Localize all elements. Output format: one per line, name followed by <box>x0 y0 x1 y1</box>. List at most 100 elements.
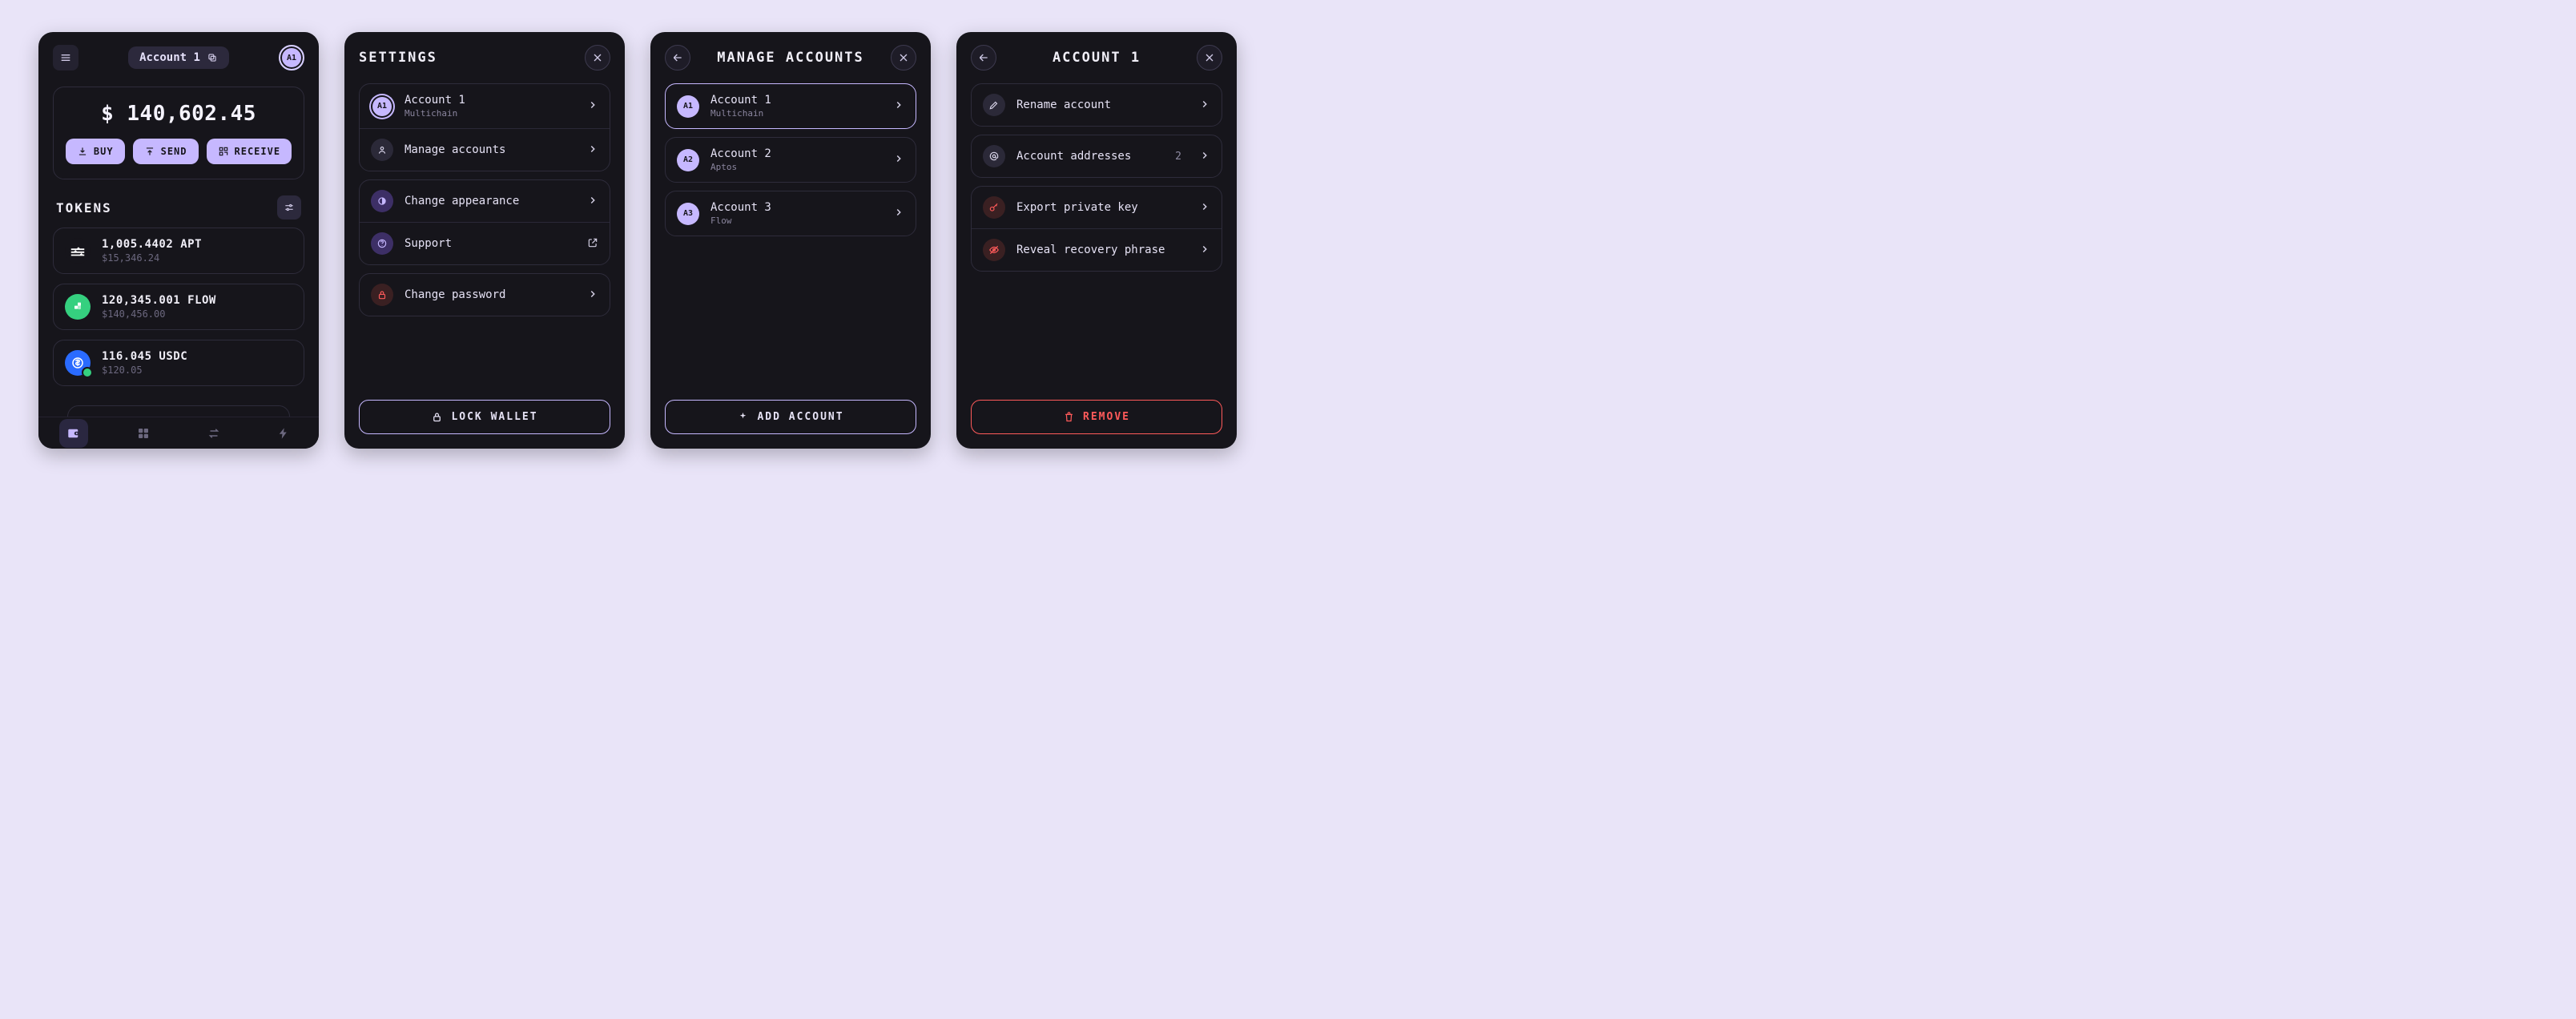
token-amount: 116.045 USDC <box>102 350 187 363</box>
tab-bar <box>38 417 319 449</box>
theme-icon <box>371 190 393 212</box>
upload-icon <box>144 146 155 157</box>
close-button[interactable] <box>585 45 610 70</box>
token-list: 1,005.4402 APT $15,346.24 120,345.001 FL… <box>38 228 319 417</box>
account-detail-panel: ACCOUNT 1 Rename account Account address… <box>956 32 1237 449</box>
send-button[interactable]: SEND <box>133 139 199 164</box>
filter-button[interactable] <box>277 195 301 220</box>
token-fiat: $120.05 <box>102 365 187 376</box>
arrow-left-icon <box>977 51 990 64</box>
tab-swap[interactable] <box>199 419 228 448</box>
account-name: Account 1 <box>710 94 882 107</box>
account-name: Account 1 <box>405 94 576 107</box>
chevron-right-icon <box>587 194 598 209</box>
account-row[interactable]: A3 Account 3 Flow <box>666 191 916 236</box>
token-row[interactable]: 1,005.4402 APT $15,346.24 <box>53 228 304 274</box>
add-account-button[interactable]: ADD ACCOUNT <box>665 400 916 434</box>
addresses-label: Account addresses <box>1016 150 1164 163</box>
appearance-row[interactable]: Change appearance <box>360 180 610 222</box>
settings-account-row[interactable]: A1 Account 1 Multichain <box>360 84 610 128</box>
back-button[interactable] <box>971 45 996 70</box>
sparkle-icon <box>737 411 749 423</box>
pencil-icon <box>983 94 1005 116</box>
account-name: Account 3 <box>710 201 882 214</box>
support-row[interactable]: Support <box>360 222 610 264</box>
account-avatar: A2 <box>677 149 699 171</box>
token-row[interactable]: 116.045 USDC $120.05 <box>53 340 304 386</box>
sliders-icon <box>284 202 295 213</box>
lock-icon <box>431 411 443 423</box>
close-icon <box>1203 51 1216 64</box>
reveal-phrase-row[interactable]: Reveal recovery phrase <box>972 228 1222 271</box>
close-icon <box>591 51 604 64</box>
rename-row[interactable]: Rename account <box>972 84 1222 126</box>
aptos-icon <box>65 238 91 264</box>
chevron-right-icon <box>587 99 598 114</box>
change-password-row[interactable]: Change password <box>360 274 610 316</box>
close-button[interactable] <box>891 45 916 70</box>
tab-apps[interactable] <box>129 419 158 448</box>
receive-button[interactable]: RECEIVE <box>207 139 292 164</box>
token-fiat: $15,346.24 <box>102 252 202 264</box>
flow-icon <box>65 294 91 320</box>
chevron-right-icon <box>1199 200 1210 215</box>
buy-button[interactable]: BUY <box>66 139 125 164</box>
balance-value: $ 140,602.45 <box>65 102 292 126</box>
account-row[interactable]: A2 Account 2 Aptos <box>666 138 916 182</box>
account-sub: Aptos <box>710 162 882 172</box>
reveal-phrase-label: Reveal recovery phrase <box>1016 244 1188 256</box>
account-chip-label: Account 1 <box>139 51 200 64</box>
usdc-icon <box>65 350 91 376</box>
account-selector[interactable]: Account 1 <box>128 46 229 69</box>
menu-icon <box>59 51 72 64</box>
chevron-right-icon <box>893 99 904 114</box>
token-row[interactable]: 120,345.001 FLOW $140,456.00 <box>53 284 304 330</box>
wallet-icon <box>66 426 81 441</box>
addresses-count: 2 <box>1175 151 1181 163</box>
eye-off-icon <box>983 239 1005 261</box>
external-link-icon <box>587 236 598 252</box>
tab-wallet[interactable] <box>59 419 88 448</box>
close-button[interactable] <box>1197 45 1222 70</box>
remove-account-button[interactable]: REMOVE <box>971 400 1222 434</box>
account-sub: Multichain <box>405 108 576 119</box>
lock-wallet-button[interactable]: LOCK WALLET <box>359 400 610 434</box>
tokens-title-label: TOKENS <box>56 200 112 215</box>
copy-icon <box>207 52 218 63</box>
add-account-label: ADD ACCOUNT <box>757 411 843 423</box>
manage-accounts-panel: MANAGE ACCOUNTS A1 Account 1 Multichain … <box>650 32 931 449</box>
manage-accounts-row[interactable]: Manage accounts <box>360 128 610 171</box>
account-row[interactable]: A1 Account 1 Multichain <box>666 84 916 128</box>
grid-icon <box>136 426 151 441</box>
token-amount: 120,345.001 FLOW <box>102 294 216 307</box>
remove-label: REMOVE <box>1083 411 1130 423</box>
tab-activity[interactable] <box>269 419 298 448</box>
chain-badge-icon <box>82 367 93 378</box>
back-button[interactable] <box>665 45 690 70</box>
export-key-label: Export private key <box>1016 201 1188 214</box>
home-panel: Account 1 A1 $ 140,602.45 BUY SEND RECEI… <box>38 32 319 449</box>
lock-wallet-label: LOCK WALLET <box>451 411 537 423</box>
tokens-heading: TOKENS <box>38 179 319 228</box>
chevron-right-icon <box>587 288 598 303</box>
bolt-icon <box>276 426 291 441</box>
swap-icon <box>207 426 221 441</box>
manage-title: MANAGE ACCOUNTS <box>698 50 883 66</box>
appearance-label: Change appearance <box>405 195 576 207</box>
account-avatar: A3 <box>677 203 699 225</box>
at-icon <box>983 145 1005 167</box>
token-amount: 1,005.4402 APT <box>102 238 202 251</box>
support-label: Support <box>405 237 576 250</box>
menu-button[interactable] <box>53 45 78 70</box>
chevron-right-icon <box>1199 98 1210 113</box>
settings-panel: SETTINGS A1 Account 1 Multichain Manage … <box>344 32 625 449</box>
avatar-label: A1 <box>287 54 296 62</box>
export-key-row[interactable]: Export private key <box>972 187 1222 228</box>
addresses-row[interactable]: Account addresses 2 <box>972 135 1222 177</box>
chevron-right-icon <box>587 143 598 158</box>
qr-icon <box>218 146 229 157</box>
receive-label: RECEIVE <box>235 146 281 157</box>
key-icon <box>983 196 1005 219</box>
profile-avatar[interactable]: A1 <box>279 45 304 70</box>
detail-title: ACCOUNT 1 <box>1004 50 1189 66</box>
